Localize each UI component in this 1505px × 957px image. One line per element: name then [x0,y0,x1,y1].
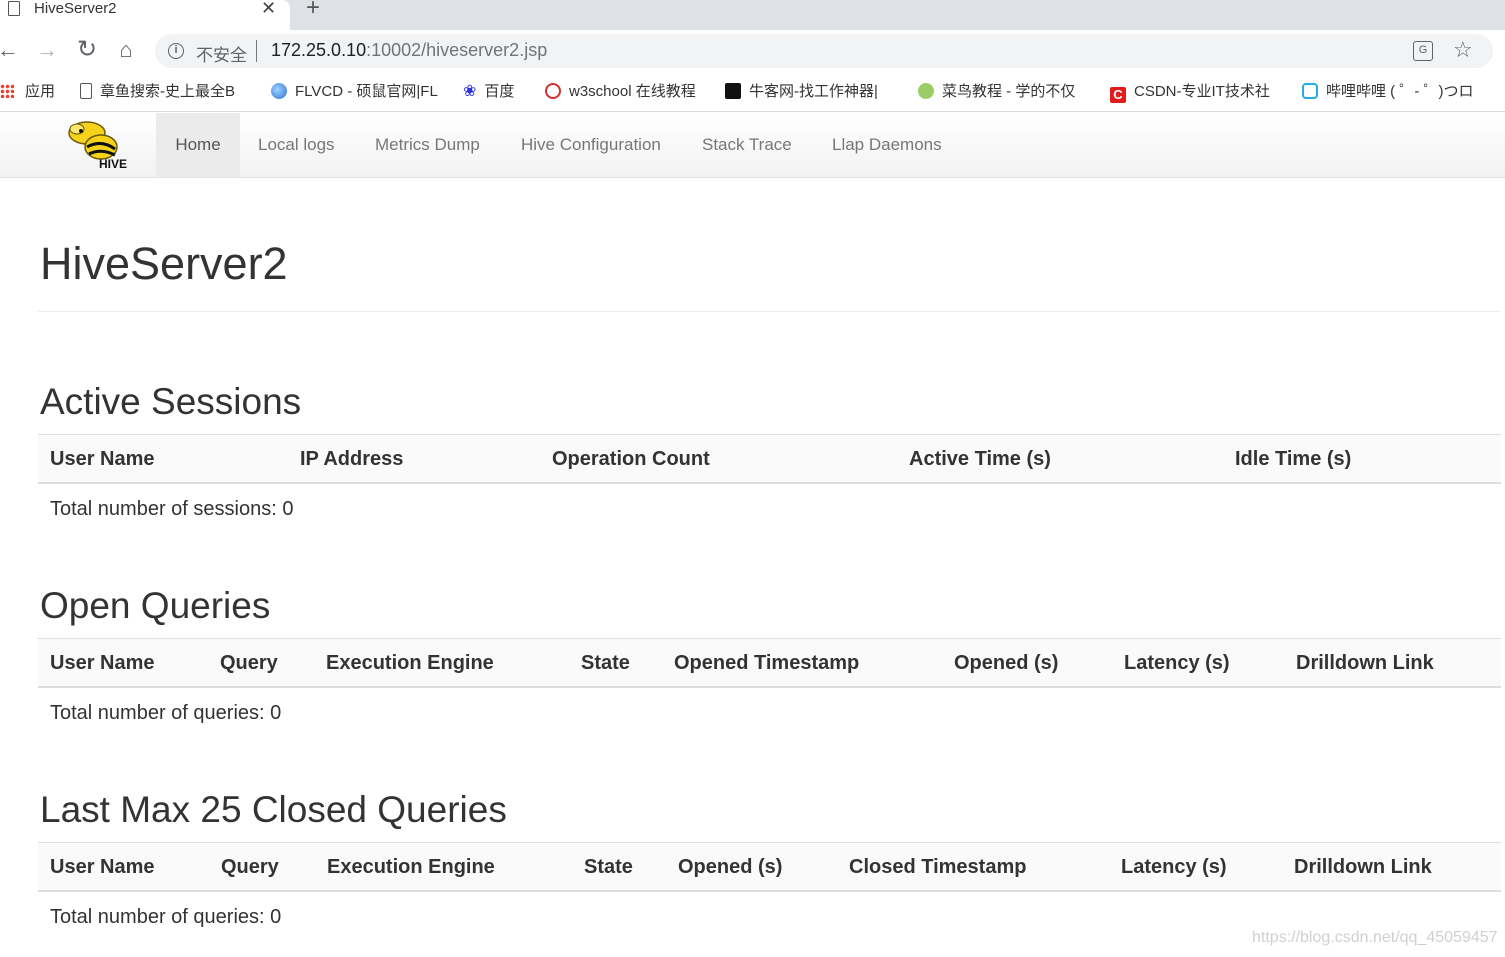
tab-title: HiveServer2 [34,0,117,17]
column-header: Opened (s) [678,856,783,878]
w3school-icon [545,83,561,99]
bookmark-w3school[interactable]: w3school 在线教程 [545,82,696,102]
bookmark-label: w3school 在线教程 [569,83,696,100]
nav-llap-daemons[interactable]: Llap Daemons [832,113,942,177]
forward-arrow-icon[interactable]: → [35,38,59,62]
nav-local-logs[interactable]: Local logs [258,113,335,177]
hive-logo-icon[interactable]: HIVE [57,117,139,172]
open-queries-total: Total number of queries: 0 [50,702,282,724]
sessions-total: Total number of sessions: 0 [50,498,294,520]
bookmark-apps[interactable]: 应用 [0,82,55,102]
column-header: State [584,856,633,878]
column-header: User Name [50,448,155,470]
column-header: Drilldown Link [1294,856,1432,878]
runoob-icon [918,83,934,99]
column-header: Opened Timestamp [674,652,860,674]
open-queries-table-header: User Name Query Execution Engine State O… [38,638,1501,688]
bookmark-bilibili[interactable]: 哔哩哔哩 ( ゜- ゜)つロ [1302,82,1474,102]
column-header: Execution Engine [326,652,494,674]
apps-icon [0,84,14,98]
translate-icon[interactable]: G [1413,41,1433,61]
bookmark-label: 牛客网-找工作神器| [749,83,878,100]
nav-stack-trace[interactable]: Stack Trace [702,113,792,177]
bookmark-label: 百度 [484,83,515,100]
csdn-icon: C [1110,87,1126,103]
divider [256,40,257,62]
bookmarks-bar: 应用 章鱼搜索-史上最全B FLVCD - 硕鼠官网|FL ❀ 百度 w3scho… [0,72,1505,112]
url-host: 172.25.0.10 [271,40,367,60]
home-icon[interactable]: ⌂ [114,38,138,62]
nav-home[interactable]: Home [156,113,240,177]
column-header: Idle Time (s) [1235,448,1352,470]
info-icon[interactable]: i [168,43,184,59]
bilibili-icon [1302,83,1318,99]
bookmark-label: 菜鸟教程 - 学的不仅 [942,83,1076,100]
column-header: Drilldown Link [1296,652,1434,674]
bookmark-label: CSDN-专业IT技术社 [1134,83,1270,100]
active-sessions-table-header: User Name IP Address Operation Count Act… [38,434,1501,484]
close-icon[interactable]: ✕ [261,0,276,18]
column-header: IP Address [300,448,404,470]
bookmark-label: 哔哩哔哩 ( ゜- ゜)つロ [1326,83,1474,100]
reload-icon[interactable]: ↻ [75,38,99,62]
nav-metrics-dump[interactable]: Metrics Dump [375,113,480,177]
bookmark-csdn[interactable]: C CSDN-专业IT技术社 [1110,82,1270,103]
closed-queries-total: Total number of queries: 0 [50,906,282,928]
bookmark-nowcoder[interactable]: 牛客网-找工作神器| [725,82,878,102]
bookmark-flvcd[interactable]: FLVCD - 硕鼠官网|FL [271,82,438,102]
star-icon[interactable]: ☆ [1453,38,1473,62]
column-header: User Name [50,652,155,674]
column-header: Latency (s) [1121,856,1227,878]
column-header: Closed Timestamp [849,856,1027,878]
page-icon [8,1,20,16]
page-icon [80,83,92,99]
bookmark-label: 应用 [25,83,56,100]
column-header: Query [221,856,279,878]
bookmark-runoob[interactable]: 菜鸟教程 - 学的不仅 [918,82,1075,102]
security-label[interactable]: 不安全 [196,41,247,66]
divider [38,311,1501,312]
nowcoder-icon [725,83,741,99]
new-tab-button[interactable]: + [306,0,320,20]
column-header: Operation Count [552,448,710,470]
open-queries-title: Open Queries [40,585,271,626]
bookmark-zhangyu[interactable]: 章鱼搜索-史上最全B [80,82,235,102]
browser-tab[interactable]: HiveServer2 ✕ [0,0,290,30]
page-title: HiveServer2 [40,238,288,289]
baidu-paw-icon: ❀ [463,83,477,100]
bookmark-label: FLVCD - 硕鼠官网|FL [295,83,438,100]
url-path: :10002/hiveserver2.jsp [366,40,548,60]
column-header: Execution Engine [327,856,495,878]
watermark: https://blog.csdn.net/qq_45059457 [1252,929,1498,946]
back-arrow-icon[interactable]: ← [0,38,20,62]
column-header: State [581,652,630,674]
column-header: Latency (s) [1124,652,1230,674]
browser-toolbar: ← → ↻ ⌂ i 不安全 172.25.0.10:10002/hiveserv… [0,30,1505,72]
active-sessions-title: Active Sessions [40,381,302,422]
hive-navbar: HIVE Home Local logs Metrics Dump Hive C… [0,113,1505,178]
column-header: Opened (s) [954,652,1059,674]
url-text[interactable]: 172.25.0.10:10002/hiveserver2.jsp [271,40,547,61]
closed-queries-table-header: User Name Query Execution Engine State O… [38,842,1501,892]
logo-text: HIVE [99,157,127,171]
column-header: Query [220,652,278,674]
column-header: Active Time (s) [909,448,1051,470]
column-header: User Name [50,856,155,878]
address-bar[interactable]: i 不安全 172.25.0.10:10002/hiveserver2.jsp … [155,34,1493,68]
tab-strip: HiveServer2 ✕ + [0,0,1505,30]
bookmark-baidu[interactable]: ❀ 百度 [463,82,514,102]
closed-queries-title: Last Max 25 Closed Queries [40,789,507,830]
nav-hive-configuration[interactable]: Hive Configuration [521,113,661,177]
bookmark-label: 章鱼搜索-史上最全B [100,83,236,100]
globe-icon [271,83,287,99]
